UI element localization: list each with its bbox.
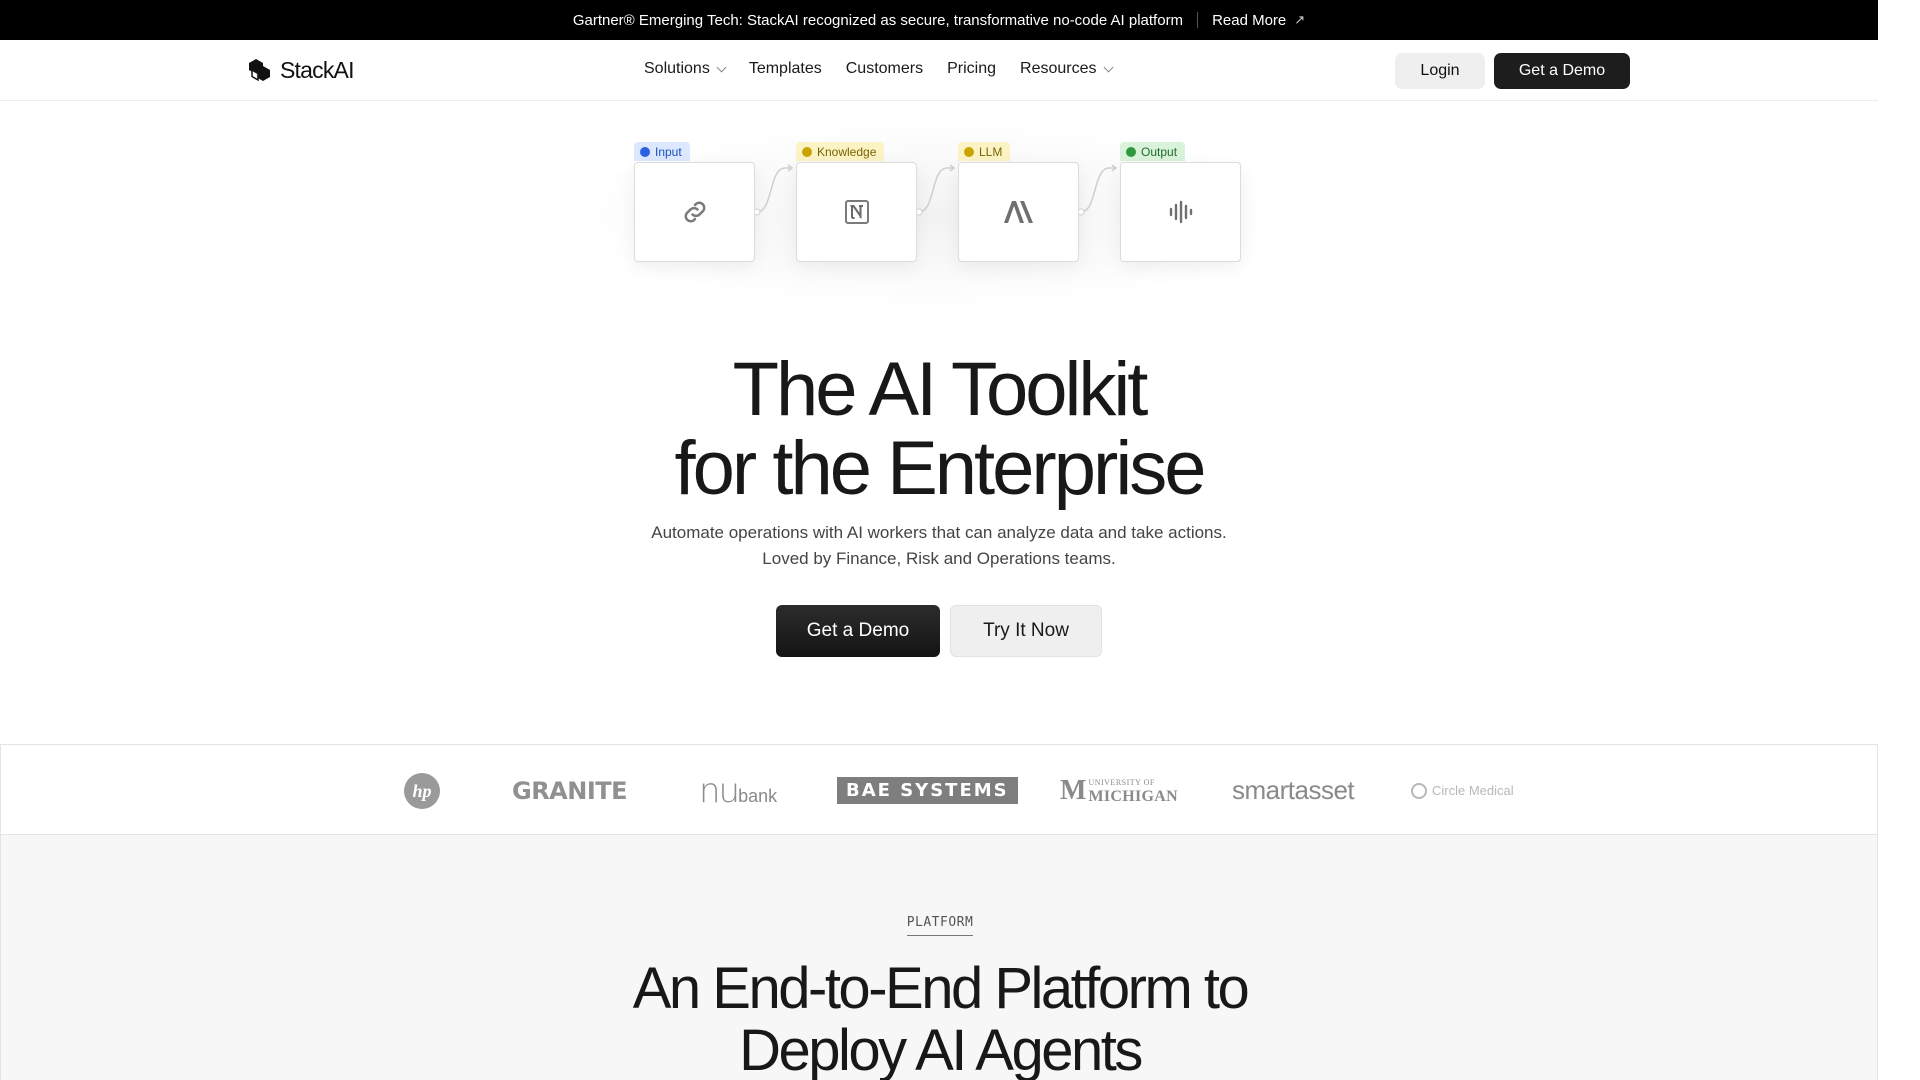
nav-customers[interactable]: Customers <box>846 60 923 78</box>
announcement-bar: Gartner® Emerging Tech: StackAI recogniz… <box>0 0 1878 40</box>
nubank-word: bank <box>738 786 778 806</box>
nav-customers-label: Customers <box>845 60 924 77</box>
announcement-text: Gartner® Emerging Tech: StackAI recogniz… <box>572 11 1184 29</box>
llm-tag-label: LLM <box>979 144 1003 159</box>
hero-title-line-2: for the Enterprise <box>674 426 1207 511</box>
connector-2 <box>917 164 956 216</box>
chevron-down-icon <box>716 62 727 72</box>
bae-systems-logo: BAE SYSTEMS <box>837 745 1018 836</box>
anthropic-icon <box>1003 201 1033 223</box>
circle-medical-mark <box>1411 782 1427 799</box>
input-tag: Input <box>634 142 690 161</box>
nav-templates[interactable]: Templates <box>749 60 822 78</box>
brand-name: StackAI <box>280 56 354 83</box>
platform-title-line-1: An End-to-End Platform to <box>632 956 1250 1021</box>
chevron-down-icon <box>1103 62 1113 72</box>
link-icon <box>684 201 705 223</box>
smartasset-logo: smartasset <box>1232 775 1355 805</box>
output-tag-label: Output <box>1141 144 1178 159</box>
brand-logo[interactable]: StackAI <box>246 56 354 84</box>
nav-resources[interactable]: Resources <box>1020 60 1113 78</box>
nav-resources-label: Resources <box>1020 60 1097 77</box>
right-gutter <box>1878 0 1920 1080</box>
granite-logo: GRANITE <box>512 776 628 805</box>
nav-solutions-label: Solutions <box>644 60 710 77</box>
umich-block-m: M <box>1060 774 1087 806</box>
read-more-link[interactable]: Read More ↗ <box>1212 12 1305 29</box>
platform-title-line-2: Deploy AI Agents <box>739 1018 1143 1080</box>
output-check-icon <box>1126 146 1136 157</box>
umich-name: MICHIGAN <box>1088 787 1178 805</box>
knowledge-dot-icon <box>802 146 812 157</box>
connector-1 <box>755 164 794 216</box>
output-tag: Output <box>1120 142 1186 161</box>
bae-systems-text: BAE SYSTEMS <box>837 777 1018 804</box>
notion-icon <box>844 200 869 224</box>
nav-links: Solutions Templates Customers Pricing Re… <box>644 60 1136 78</box>
platform-eyebrow-label: PLATFORM <box>906 915 974 936</box>
circle-medical-logo: Circle Medical <box>1411 745 1514 836</box>
top-nav: StackAI Solutions Templates Customers Pr… <box>0 40 1878 101</box>
knowledge-node[interactable] <box>796 162 917 262</box>
hp-logo-text: hp <box>412 781 431 801</box>
platform-section: PLATFORM An End-to-End Platform to Deplo… <box>0 835 1878 1080</box>
login-button[interactable]: Login <box>1395 53 1485 89</box>
try-it-now-button[interactable]: Try It Now <box>950 605 1102 657</box>
input-dot-icon <box>640 146 650 157</box>
output-node[interactable] <box>1120 162 1241 262</box>
hero-subtitle-line-2: Loved by Finance, Risk and Operations te… <box>762 549 1116 568</box>
hp-logo: hp <box>403 745 441 836</box>
nav-pricing-label: Pricing <box>947 60 997 77</box>
hero-subtitle-line-1: Automate operations with AI workers that… <box>651 523 1227 542</box>
nav-get-demo-button[interactable]: Get a Demo <box>1494 53 1630 89</box>
knowledge-tag: Knowledge <box>796 142 885 161</box>
announcement-divider <box>1197 12 1199 28</box>
customer-logos: hp GRANITE nu bank BAE SYSTEMS M UNIVERS… <box>0 744 1878 835</box>
hero-get-demo-button[interactable]: Get a Demo <box>776 605 940 657</box>
knowledge-tag-label: Knowledge <box>817 144 877 159</box>
input-tag-label: Input <box>655 144 682 159</box>
umich-logo: M UNIVERSITY OF MICHIGAN <box>1060 745 1178 836</box>
llm-tag: LLM <box>958 142 1011 161</box>
page: Gartner® Emerging Tech: StackAI recogniz… <box>0 0 1878 1080</box>
input-node[interactable] <box>634 162 755 262</box>
stackai-logo-icon <box>249 59 270 82</box>
nav-templates-label: Templates <box>748 60 822 77</box>
umich-prefix: UNIVERSITY OF <box>1088 777 1155 787</box>
nubank-logo: nu bank <box>699 745 777 836</box>
audio-wave-icon <box>1169 200 1192 224</box>
hp-logo-mark: hp <box>404 772 440 809</box>
llm-node[interactable] <box>958 162 1079 262</box>
arrow-up-right-icon: ↗ <box>1294 12 1306 27</box>
hero-title-line-1: The AI Toolkit <box>732 347 1149 432</box>
workflow-diagram: Input Knowledge LLM Output <box>612 142 1282 272</box>
connector-3 <box>1079 164 1118 216</box>
platform-eyebrow: PLATFORM <box>1 915 1878 936</box>
nav-pricing[interactable]: Pricing <box>947 60 996 78</box>
read-more-label: Read More <box>1212 11 1287 29</box>
circle-medical-name: Circle Medical <box>1432 783 1514 798</box>
nav-solutions[interactable]: Solutions <box>644 60 727 78</box>
llm-dot-icon <box>964 146 974 157</box>
nubank-mark: nu <box>699 770 740 811</box>
